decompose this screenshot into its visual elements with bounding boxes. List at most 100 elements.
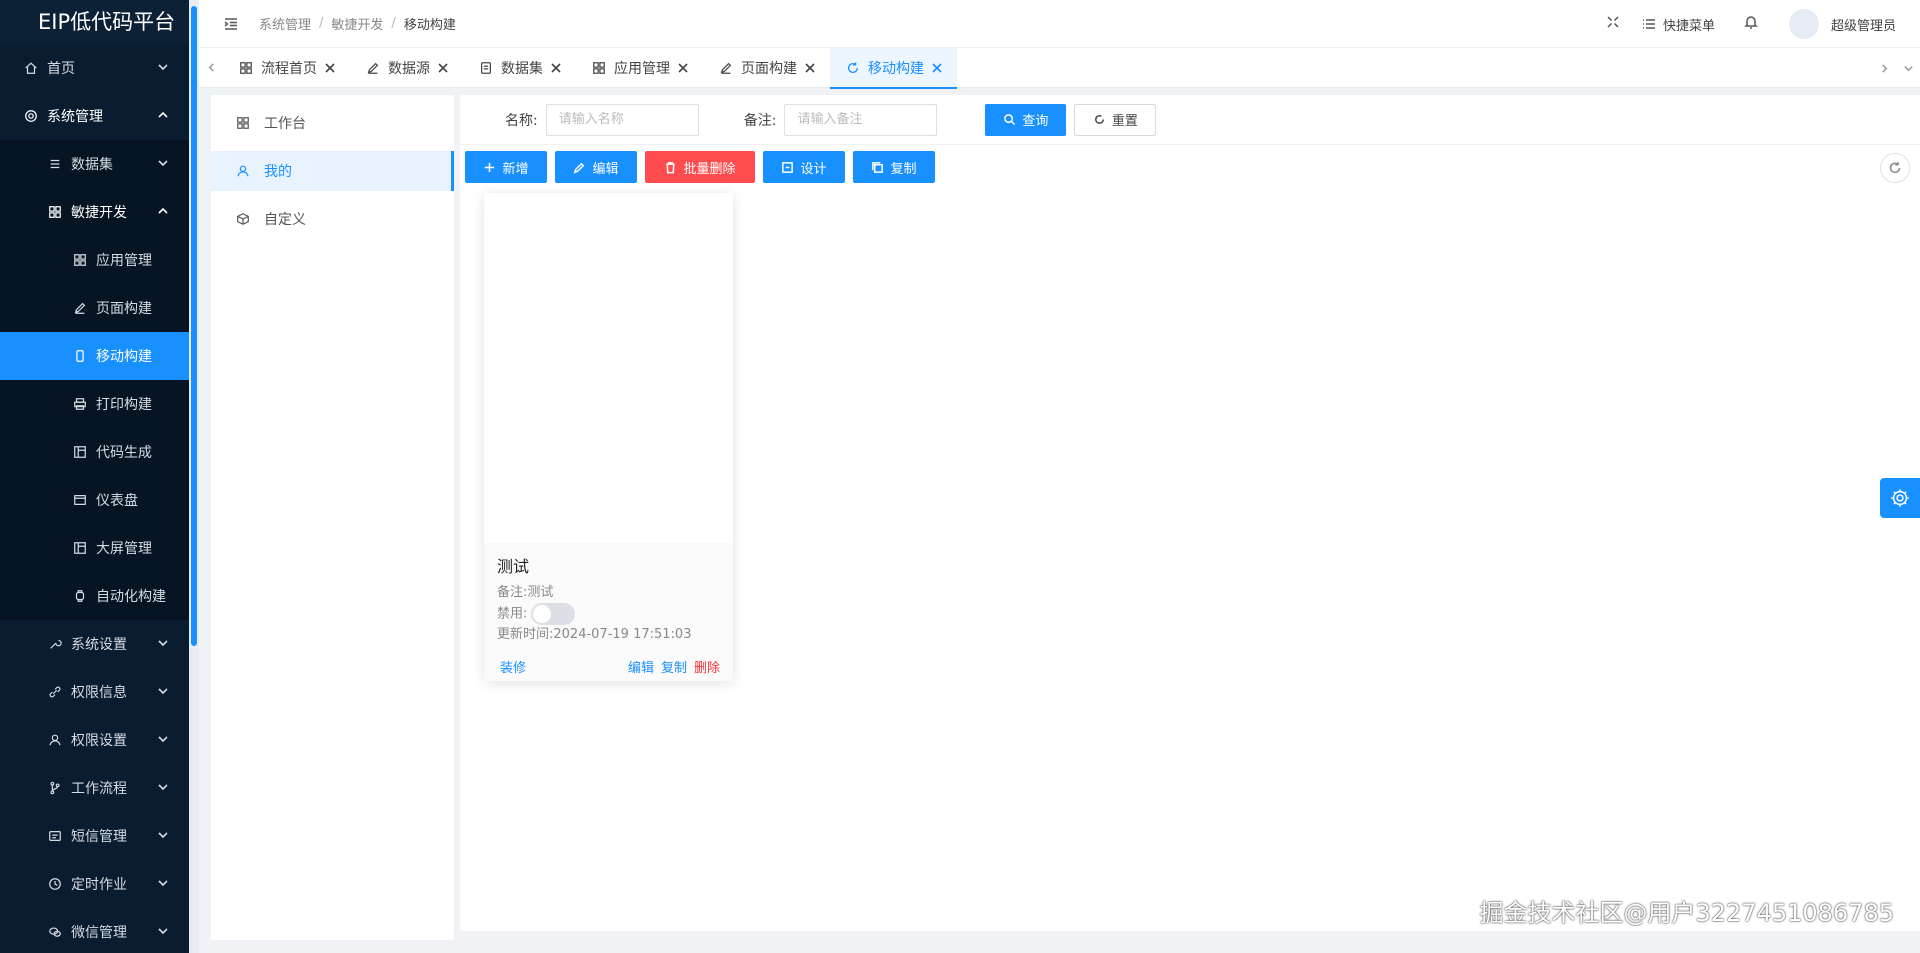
sidebar-item-home[interactable]: 首页 [0, 44, 189, 92]
edit-icon [574, 162, 585, 173]
home-icon [23, 60, 39, 76]
sidebar-item-agile-dev[interactable]: 敏捷开发 [0, 188, 189, 236]
sidebar-item-cron[interactable]: 定时作业 [0, 860, 189, 908]
close-icon[interactable] [932, 62, 942, 73]
sidebar-item-system-management[interactable]: 系统管理 [0, 92, 189, 140]
tab-page-builder[interactable]: 页面构建 [703, 48, 830, 88]
tab-label: 流程首页 [261, 60, 317, 77]
sidebar-item-permission-settings[interactable]: 权限设置 [0, 716, 189, 764]
sidebar-item-label: 系统管理 [47, 109, 103, 125]
sidebar-item-mobile-builder[interactable]: 移动构建 [0, 332, 189, 380]
add-button[interactable]: 新增 [465, 151, 547, 183]
card-edit-link[interactable]: 编辑 [628, 657, 654, 676]
quick-menu-button[interactable]: 快捷菜单 [1641, 15, 1715, 34]
sidebar-item-app-management[interactable]: 应用管理 [0, 236, 189, 284]
category-workbench[interactable]: 工作台 [211, 103, 454, 143]
tab-scroll-right[interactable] [1872, 48, 1896, 88]
bell-icon[interactable] [1743, 14, 1759, 34]
sidebar-scrollbar-thumb[interactable] [191, 6, 197, 646]
design-button-label: 设计 [800, 161, 827, 177]
card-decorate-link[interactable]: 装修 [500, 657, 526, 676]
card-remark-label: 备注: [497, 585, 528, 600]
sidebar-item-workflow[interactable]: 工作流程 [0, 764, 189, 812]
user-menu[interactable]: 超级管理员 [1788, 9, 1896, 39]
tab-dropdown[interactable] [1896, 48, 1920, 88]
sidebar-item-label: 工作流程 [71, 781, 127, 797]
sidebar-item-label: 微信管理 [71, 925, 127, 941]
design-button[interactable]: 设计 [763, 151, 845, 183]
layout-icon [72, 540, 88, 556]
sidebar-item-label: 首页 [47, 61, 75, 77]
doc-icon [479, 61, 493, 75]
sidebar-item-label: 系统设置 [71, 637, 127, 653]
sidebar-item-dataset[interactable]: 数据集 [0, 140, 189, 188]
top-header: 系统管理 / 敏捷开发 / 移动构建 快捷菜单 超级管理员 [199, 0, 1920, 48]
sidebar-item-system-settings[interactable]: 系统设置 [0, 620, 189, 668]
settings-float-button[interactable] [1880, 478, 1920, 518]
tab-bar: 流程首页 数据源 数据集 应用管理 页面构建 移动构建 [199, 47, 1920, 89]
chevron-down-icon [157, 877, 169, 889]
sidebar-item-label: 代码生成 [96, 445, 152, 461]
sidebar-scrollbar[interactable] [189, 0, 199, 953]
close-icon[interactable] [805, 62, 815, 73]
tab-process-home[interactable]: 流程首页 [223, 48, 350, 88]
breadcrumb-item[interactable]: 系统管理 [259, 14, 311, 33]
card-preview[interactable] [484, 193, 733, 543]
reset-button[interactable]: 重置 [1074, 103, 1157, 136]
user-icon [236, 164, 250, 178]
sidebar-item-label: 敏捷开发 [71, 205, 127, 221]
breadcrumb: 系统管理 / 敏捷开发 / 移动构建 [259, 14, 456, 33]
sidebar-item-auto-build[interactable]: 自动化构建 [0, 572, 189, 620]
disabled-toggle[interactable] [531, 603, 576, 625]
card-remark-row: 备注:测试 [497, 583, 720, 603]
category-mine[interactable]: 我的 [211, 151, 454, 191]
card-updated-label: 更新时间: [497, 627, 554, 642]
close-icon[interactable] [678, 62, 688, 73]
sidebar-item-label: 权限设置 [71, 733, 127, 749]
tab-app-management[interactable]: 应用管理 [576, 48, 703, 88]
name-search-input[interactable] [545, 103, 699, 136]
sidebar-item-bigscreen[interactable]: 大屏管理 [0, 524, 189, 572]
app-card[interactable]: 测试 备注:测试 禁用: 更新时间:2024-07-19 17:51:03 装修… [484, 193, 733, 681]
breadcrumb-separator: / [319, 16, 324, 31]
chevron-right-icon [1881, 63, 1887, 73]
gear-icon [1891, 489, 1909, 507]
tab-dataset[interactable]: 数据集 [463, 48, 576, 88]
list-icon [1642, 19, 1655, 29]
card-delete-link[interactable]: 删除 [694, 657, 720, 676]
sidebar-item-label: 权限信息 [71, 685, 127, 701]
sidebar-item-dashboard[interactable]: 仪表盘 [0, 476, 189, 524]
sidebar-item-sms[interactable]: 短信管理 [0, 812, 189, 860]
batch-delete-button[interactable]: 批量删除 [645, 151, 755, 183]
remark-search-input[interactable] [784, 103, 938, 136]
tab-scroll-left[interactable] [199, 48, 223, 88]
refresh-button[interactable] [1880, 153, 1910, 183]
trash-icon [666, 161, 676, 173]
grid-icon [239, 61, 253, 75]
query-button[interactable]: 查询 [985, 103, 1067, 136]
tab-datasource[interactable]: 数据源 [350, 48, 463, 88]
sidebar-item-permission-info[interactable]: 权限信息 [0, 668, 189, 716]
chevron-up-icon [157, 205, 169, 217]
breadcrumb-separator: / [391, 16, 396, 31]
close-icon[interactable] [438, 62, 448, 73]
user-name: 超级管理员 [1830, 18, 1896, 34]
chevron-down-icon [157, 829, 169, 841]
sidebar-fold-button[interactable] [220, 13, 242, 35]
copy-button[interactable]: 复制 [853, 151, 935, 183]
fullscreen-icon[interactable] [1605, 14, 1621, 34]
close-icon[interactable] [325, 62, 335, 73]
breadcrumb-item[interactable]: 敏捷开发 [331, 14, 383, 33]
close-icon[interactable] [551, 62, 561, 73]
sidebar-item-print-builder[interactable]: 打印构建 [0, 380, 189, 428]
grid-icon [72, 252, 88, 268]
edit-button[interactable]: 编辑 [555, 151, 637, 183]
sidebar-item-code-gen[interactable]: 代码生成 [0, 428, 189, 476]
sidebar-item-page-builder[interactable]: 页面构建 [0, 284, 189, 332]
sidebar: EIP低代码平台 首页 系统管理 数据集 敏捷开发 应用管理 页面构建 移动构建… [0, 0, 189, 953]
tab-mobile-builder[interactable]: 移动构建 [830, 47, 957, 89]
chevron-down-icon [157, 157, 169, 169]
sidebar-item-wechat[interactable]: 微信管理 [0, 908, 189, 953]
card-copy-link[interactable]: 复制 [661, 657, 687, 676]
category-custom[interactable]: 自定义 [211, 199, 454, 239]
